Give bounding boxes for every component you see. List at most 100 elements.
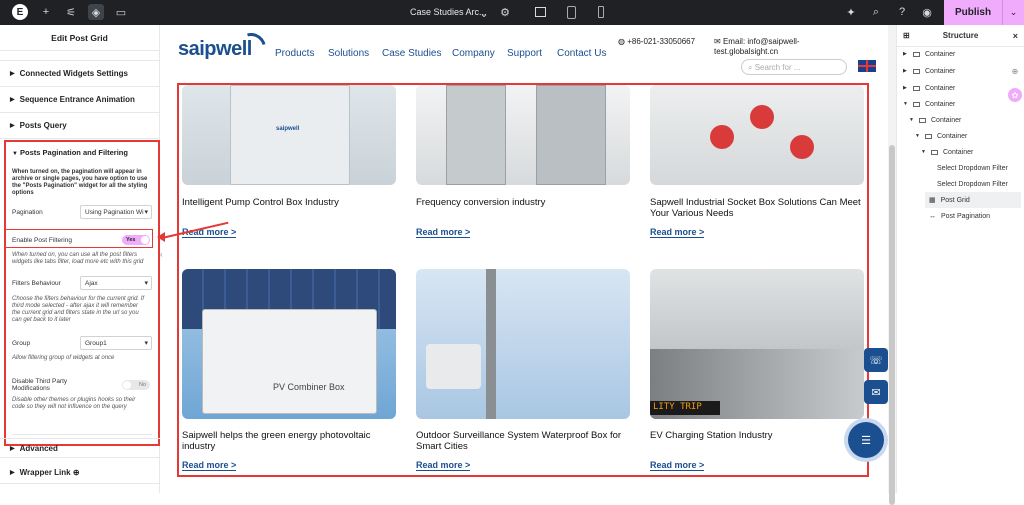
container-icon [919, 117, 926, 123]
tree-item-container[interactable]: ▼ Container [903, 96, 955, 112]
tree-item-post-grid[interactable]: ▦ Post Grid [925, 192, 1021, 208]
caret-right-icon: ▶ [10, 123, 15, 129]
assistant-icon[interactable]: ✿ [1008, 88, 1022, 102]
navigator-icon[interactable]: ⊕ [1008, 64, 1022, 78]
pagination-icon: ↔ [929, 212, 936, 220]
mobile-icon[interactable] [598, 6, 604, 18]
search-icon: ⌕ [748, 63, 755, 72]
tree-item-container[interactable]: ▶ Container [903, 46, 955, 62]
section-sequence-animation[interactable]: ▶ Sequence Entrance Animation [0, 87, 159, 113]
post-grid-selection [177, 83, 869, 477]
filters-behaviour-label: Filters Behaviour [12, 280, 61, 287]
contact-email: ✉ Email: info@saipwell-test.globalsight.… [714, 37, 800, 56]
group-label: Group [12, 340, 31, 347]
tree-item-container[interactable]: ▶ Container [903, 63, 955, 79]
nav-solutions[interactable]: Solutions [328, 48, 369, 59]
container-icon [913, 85, 920, 91]
pin-icon[interactable]: ⊞ [903, 31, 910, 40]
section-posts-query[interactable]: ▶ Posts Query [0, 113, 159, 139]
group-note: Allow filtering group of widgets at once [12, 355, 115, 361]
close-icon[interactable]: × [1013, 31, 1018, 41]
elementor-logo-icon[interactable]: E [12, 4, 28, 20]
panel-title: Edit Post Grid [0, 25, 159, 51]
logo-swoosh-icon [230, 27, 272, 69]
filters-behaviour-note: Choose the filters behaviour for the cur… [12, 296, 145, 323]
uk-flag-icon[interactable] [858, 60, 876, 72]
section-connected-widgets[interactable]: ▶ Connected Widgets Settings [0, 61, 159, 87]
add-element-icon[interactable]: + [38, 4, 54, 20]
preview-scrollbar[interactable] [888, 25, 896, 505]
structure-header: ⊞ Structure × [897, 25, 1024, 47]
publish-button[interactable]: Publish [944, 0, 1002, 25]
mail-icon: ✉ [714, 37, 723, 46]
disable-modifications-note: Disable other themes or plugins hooks so… [12, 397, 136, 410]
section-pagination-filtering: ▼ Posts Pagination and Filtering When tu… [4, 140, 160, 446]
caret-right-icon: ▶ [903, 51, 907, 57]
tablet-icon[interactable] [567, 6, 576, 19]
filters-behaviour-select[interactable]: Ajax [80, 276, 152, 290]
site-search-input[interactable]: ⌕ Search for ... [741, 59, 847, 75]
page-settings-icon[interactable]: ⚙ [497, 4, 513, 20]
nav-products[interactable]: Products [275, 48, 314, 59]
caret-right-icon: ▶ [10, 71, 15, 77]
caret-down-icon: ▼ [903, 101, 908, 107]
collapse-panel-icon[interactable]: ‹ [160, 250, 168, 266]
caret-right-icon: ▶ [10, 97, 15, 103]
tree-item-select-filter[interactable]: Select Dropdown Filter [937, 176, 1008, 192]
help-icon[interactable]: ? [894, 4, 910, 20]
nav-case-studies[interactable]: Case Studies [382, 48, 441, 59]
pagination-select[interactable]: Using Pagination Wi [80, 205, 152, 219]
disable-modifications-toggle[interactable]: No [122, 380, 150, 390]
nav-company[interactable]: Company [452, 48, 495, 59]
group-select[interactable]: Group1 [80, 336, 152, 350]
publish-options-button[interactable]: ⌄ [1002, 0, 1024, 25]
container-icon [913, 68, 920, 74]
site-preview: saipwell Products Solutions Case Studies… [168, 25, 888, 493]
structure-panel: ⊞ Structure × ▶ Container ▶ Container ▶ Con… [896, 25, 1024, 493]
preview-eye-icon[interactable]: ◉ [919, 4, 935, 20]
tree-item-container[interactable]: ▼ Container [921, 144, 973, 160]
divider [12, 434, 152, 435]
nav-support[interactable]: Support [507, 48, 542, 59]
site-settings-icon[interactable]: ⚟ [63, 4, 79, 20]
location-icon: ◍ [618, 37, 628, 46]
search-icon[interactable]: ⌕ [868, 4, 884, 20]
tree-item-select-filter[interactable]: Select Dropdown Filter [937, 160, 1008, 176]
disable-modifications-label: Disable Third Party Modifications [12, 378, 68, 392]
caret-down-icon: ▼ [909, 117, 914, 123]
container-icon [925, 133, 932, 139]
nav-contact-us[interactable]: Contact Us [557, 48, 606, 59]
pagination-label: Pagination [12, 209, 43, 216]
grid-icon: ▦ [929, 197, 936, 204]
tree-item-container[interactable]: ▼ Container [909, 112, 961, 128]
caret-right-icon: ▶ [10, 470, 15, 476]
section-title[interactable]: ▼ Posts Pagination and Filtering [12, 148, 128, 157]
chat-icon[interactable]: ☰ [848, 422, 884, 458]
email-float-icon[interactable]: ✉ [864, 380, 888, 404]
caret-down-icon: ▼ [915, 133, 920, 139]
editor-topbar: E + ⚟ ◈ ▭ Case Studies Arc... ⌄ ⚙ ✦ ⌕ ? … [0, 0, 1024, 25]
caret-right-icon: ▶ [903, 85, 907, 91]
caret-down-icon: ▼ [921, 149, 926, 155]
site-logo[interactable]: saipwell [178, 27, 272, 69]
filtering-note: When turned on, you can use all the post… [12, 252, 144, 265]
container-icon [931, 149, 938, 155]
pagination-note: When turned on, the pagination will appe… [12, 169, 148, 196]
section-wrapper-link[interactable]: ▶ Wrapper Link ⊕ [0, 462, 160, 484]
container-icon [913, 101, 920, 107]
caret-right-icon: ▶ [903, 68, 907, 74]
chevron-down-icon[interactable]: ⌄ [476, 5, 492, 21]
contact-phone: ◍ +86-021-33050667 [618, 37, 696, 46]
tree-item-post-pagination[interactable]: ↔ Post Pagination [929, 208, 990, 224]
tree-item-container[interactable]: ▼ Container [915, 128, 967, 144]
caret-down-icon: ▼ [12, 151, 18, 157]
notifications-icon[interactable]: ✦ [843, 4, 859, 20]
tree-item-container[interactable]: ▶ Container [903, 80, 955, 96]
section-advanced[interactable]: ▶ Advanced [0, 438, 160, 458]
desktop-icon[interactable] [535, 7, 546, 17]
scrollbar-thumb[interactable] [889, 145, 895, 505]
container-icon [913, 51, 920, 57]
comments-icon[interactable]: ▭ [113, 4, 129, 20]
whatsapp-icon[interactable]: ☏ [864, 348, 888, 372]
structure-icon[interactable]: ◈ [88, 4, 104, 20]
